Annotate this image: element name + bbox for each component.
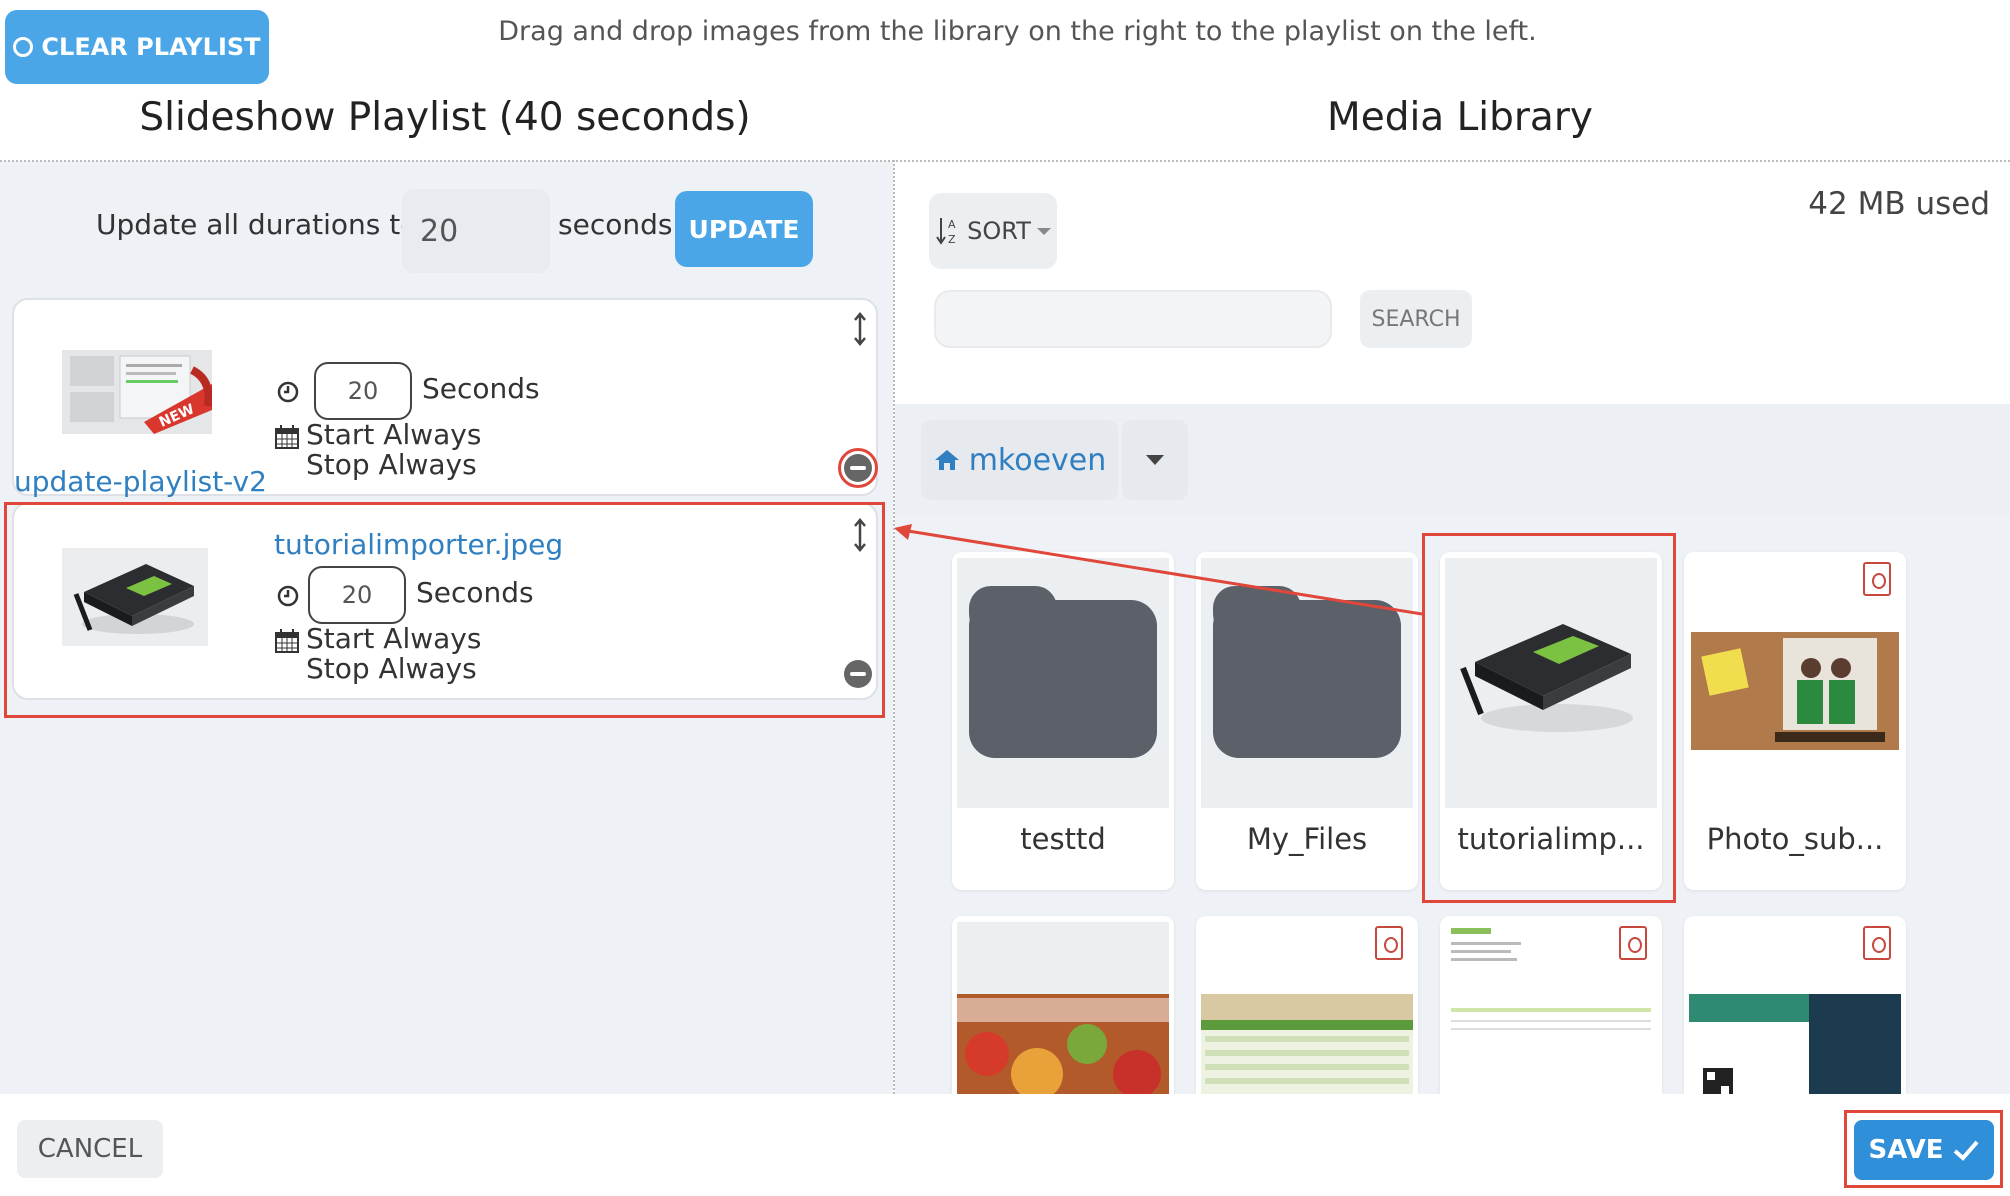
seconds-label: seconds <box>558 208 673 241</box>
drag-handle-icon[interactable] <box>852 312 868 346</box>
corkboard-photo <box>1691 632 1899 750</box>
playlist-item-name[interactable]: update-playlist-v2 <box>14 465 267 498</box>
media-tile-name: Photo_sub... <box>1706 822 1884 856</box>
media-tile-pdf[interactable]: Photo_sub... <box>1684 552 1906 890</box>
playlist-item-thumbnail: NEW <box>62 350 212 434</box>
highlight-circle <box>838 448 878 488</box>
receipt-document <box>1451 928 1651 1030</box>
media-tile-name: My_Files <box>1246 822 1368 856</box>
update-button[interactable]: UPDATE <box>675 191 813 267</box>
highlight-box <box>1422 533 1676 903</box>
drag-arrow <box>894 524 1423 616</box>
instructions-text: Drag and drop images from the library on… <box>498 16 1537 47</box>
pdf-thumb <box>1689 558 1901 808</box>
media-tile-pdf[interactable] <box>1440 916 1662 1094</box>
clear-playlist-button[interactable]: CLEAR PLAYLIST <box>5 10 269 84</box>
media-tile-image[interactable] <box>952 916 1174 1094</box>
media-tile-pdf[interactable] <box>1196 916 1418 1094</box>
update-all-duration-input[interactable]: 20 <box>402 189 550 273</box>
clock-icon <box>277 381 299 403</box>
pdf-icon <box>1375 926 1403 960</box>
playlist-title: Slideshow Playlist (40 seconds) <box>139 95 751 140</box>
footer-bar <box>0 1094 2010 1196</box>
cancel-button[interactable]: CANCEL <box>17 1120 163 1178</box>
caret-down-icon <box>1146 455 1164 465</box>
library-title: Media Library <box>1327 95 1593 140</box>
divider <box>0 160 2010 162</box>
folder-icon <box>1213 586 1401 758</box>
search-button[interactable]: SEARCH <box>1360 290 1472 348</box>
svg-text:A: A <box>948 218 956 231</box>
folder-icon <box>969 586 1157 758</box>
home-icon <box>934 450 959 470</box>
sort-button[interactable]: A Z SORT <box>929 193 1057 269</box>
duration-input[interactable]: 20 <box>314 362 412 420</box>
caret-down-icon <box>1036 227 1051 235</box>
pdf-thumb <box>1689 922 1901 1094</box>
media-tile-pdf[interactable] <box>1684 916 1906 1094</box>
pdf-thumb <box>1445 922 1657 1094</box>
highlight-box <box>4 502 885 718</box>
clear-playlist-label: CLEAR PLAYLIST <box>41 33 261 61</box>
sort-label: SORT <box>967 217 1031 245</box>
circle-icon <box>13 37 34 57</box>
pdf-icon <box>1863 926 1891 960</box>
sort-alpha-icon: A Z <box>936 218 956 246</box>
storage-usage: 42 MB used <box>1808 186 1990 222</box>
media-tile-name: testtd <box>1020 822 1106 856</box>
calendar-icon <box>275 425 299 449</box>
home-folder-button[interactable]: mkoeven <box>921 420 1118 500</box>
search-input[interactable] <box>934 290 1332 348</box>
pdf-icon <box>1863 562 1891 596</box>
seconds-label: Seconds <box>422 372 540 405</box>
folder-dropdown-button[interactable] <box>1122 420 1188 500</box>
pdf-thumb <box>1201 922 1413 1094</box>
update-all-label: Update all durations to <box>96 208 418 241</box>
image-thumb <box>957 922 1169 1094</box>
start-schedule: Start Always <box>306 418 482 451</box>
highlight-box <box>1844 1110 2003 1188</box>
svg-text:Z: Z <box>948 233 956 246</box>
food-photo <box>957 994 1169 1094</box>
stop-schedule: Stop Always <box>306 448 477 481</box>
folder-name: mkoeven <box>968 442 1107 478</box>
menu-document <box>1201 994 1413 1094</box>
talent-poster <box>1689 994 1901 1094</box>
